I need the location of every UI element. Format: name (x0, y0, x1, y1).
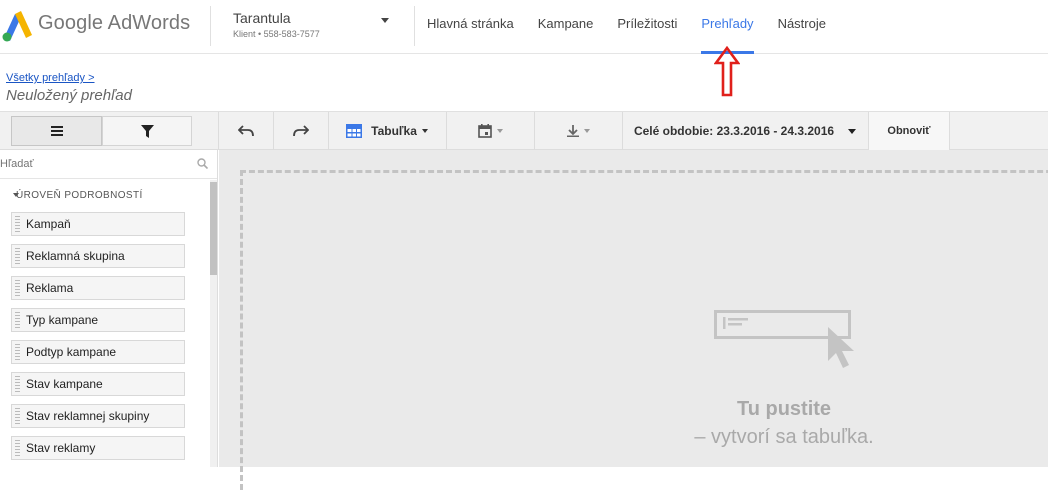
divider (210, 6, 211, 46)
search-icon[interactable] (197, 158, 208, 169)
date-range-label: Celé obdobie: 23.3.2016 - 24.3.2016 (633, 124, 835, 138)
date-range-picker[interactable]: Celé obdobie: 23.3.2016 - 24.3.2016 (622, 112, 868, 150)
nav-item-campaigns[interactable]: Kampane (526, 0, 606, 54)
adwords-logo[interactable] (0, 8, 36, 42)
field-item-ad-group-status[interactable]: Stav reklamnej skupiny (11, 404, 185, 428)
chevron-down-icon[interactable] (381, 18, 389, 23)
refresh-button[interactable]: Obnoviť (868, 112, 950, 150)
undo-button[interactable] (218, 112, 273, 150)
nav-item-home[interactable]: Hlavná stránka (415, 0, 526, 54)
scrollbar-thumb[interactable] (210, 182, 217, 275)
chevron-down-icon (13, 193, 19, 197)
nav-item-tools[interactable]: Nástroje (766, 0, 838, 54)
annotation-arrow-icon (714, 46, 740, 97)
drag-drop-icon (714, 310, 854, 368)
field-item-ad[interactable]: Reklama (11, 276, 185, 300)
field-item-campaign-type[interactable]: Typ kampane (11, 308, 185, 332)
table-icon (346, 124, 363, 138)
field-sidebar: ÚROVEŇ PODROBNOSTÍ Kampaň Reklamná skupi… (0, 150, 218, 467)
adwords-logo-icon (2, 11, 32, 42)
redo-icon (292, 125, 309, 137)
chevron-down-icon (583, 129, 590, 133)
download-icon (566, 125, 579, 137)
page-title[interactable]: Neuložený prehľad (6, 87, 132, 104)
breadcrumb: Všetky prehľady > Neuložený prehľad (0, 54, 1048, 112)
field-search (0, 150, 217, 179)
field-item-campaign-status[interactable]: Stav kampane (11, 372, 185, 396)
calendar-dropdown[interactable] (446, 112, 534, 150)
chevron-down-icon (848, 128, 857, 134)
section-title: ÚROVEŇ PODROBNOSTÍ (16, 190, 143, 201)
account-meta: Klient • 558-583-7577 (233, 29, 320, 39)
field-list: Kampaň Reklamná skupina Reklama Typ kamp… (11, 212, 185, 467)
field-item-campaign[interactable]: Kampaň (11, 212, 185, 236)
download-dropdown[interactable] (534, 112, 622, 150)
account-name: Tarantula (233, 10, 291, 26)
redo-button[interactable] (273, 112, 328, 150)
app-title: Google AdWords (38, 12, 191, 34)
top-bar: Google AdWords Tarantula Klient • 558-58… (0, 0, 1048, 54)
drop-zone-subtitle: – vytvorí sa tabuľka. (694, 426, 874, 448)
section-header-detail-level[interactable]: ÚROVEŇ PODROBNOSTÍ (13, 190, 143, 201)
report-canvas: Tu pustite – vytvorí sa tabuľka. (219, 150, 1048, 490)
chevron-down-icon (421, 129, 428, 133)
report-toolbar: Tabuľka Celé obdobie: 23.3.2016 - 24.3.2… (0, 112, 1048, 150)
field-item-ad-group[interactable]: Reklamná skupina (11, 244, 185, 268)
account-switcher[interactable]: Tarantula Klient • 558-583-7577 (233, 10, 320, 39)
sidebar-scrollbar[interactable] (210, 180, 217, 467)
table-type-dropdown[interactable]: Tabuľka (328, 112, 446, 150)
field-item-campaign-subtype[interactable]: Podtyp kampane (11, 340, 185, 364)
undo-icon (237, 125, 254, 137)
field-item-ad-status[interactable]: Stav reklamy (11, 436, 185, 460)
all-reports-link[interactable]: Všetky prehľady > (6, 72, 95, 84)
filter-button[interactable] (102, 116, 192, 146)
list-icon (50, 126, 63, 136)
nav-item-opportunities[interactable]: Príležitosti (605, 0, 689, 54)
search-input[interactable] (0, 154, 190, 174)
table-type-label: Tabuľka (371, 124, 417, 138)
filter-icon (140, 124, 154, 138)
chevron-down-icon (496, 129, 503, 133)
drop-zone-title: Tu pustite (736, 398, 832, 420)
main-nav: Hlavná stránka Kampane Príležitosti Preh… (415, 0, 838, 54)
list-view-button[interactable] (11, 116, 102, 146)
calendar-icon (477, 124, 492, 138)
